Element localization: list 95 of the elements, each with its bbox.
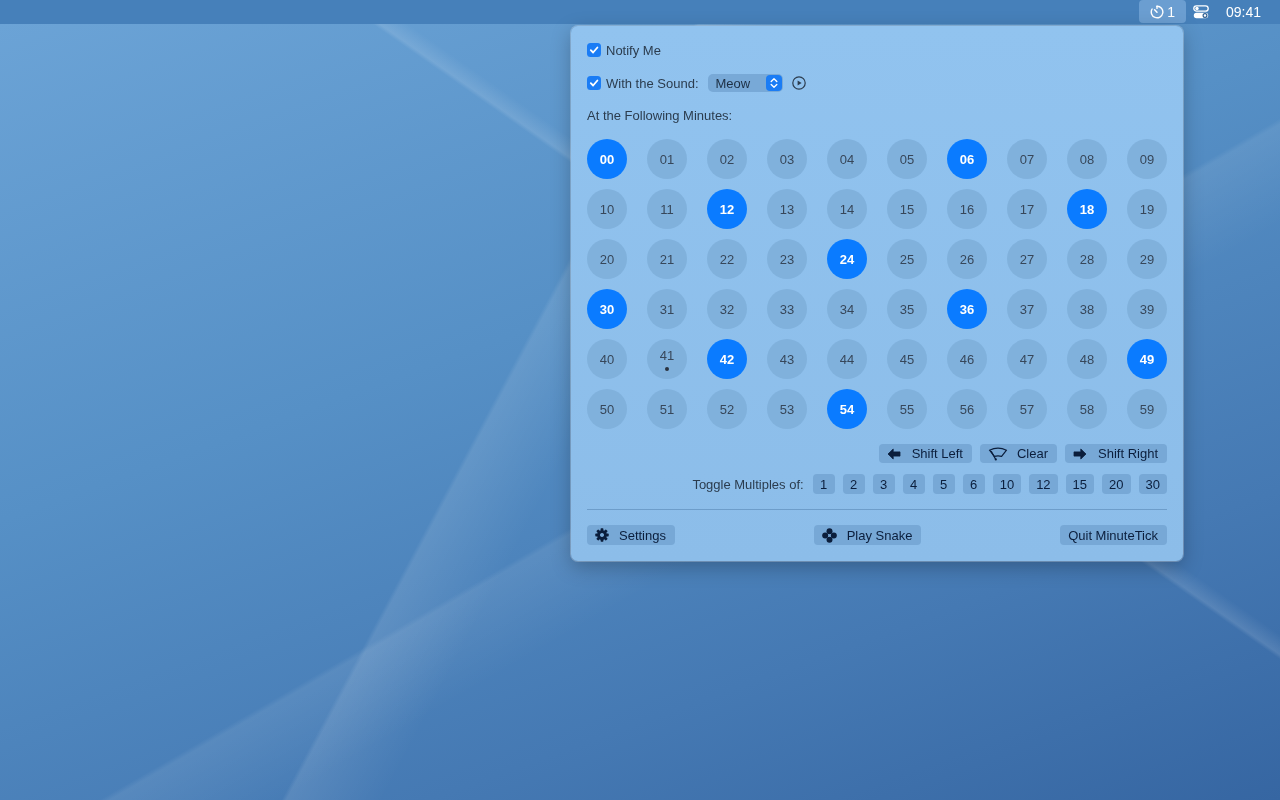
settings-icon bbox=[595, 528, 609, 542]
notify-label: Notify Me bbox=[606, 42, 661, 58]
minute-toggle[interactable]: 59 bbox=[1127, 389, 1167, 429]
minute-toggle[interactable]: 05 bbox=[887, 139, 927, 179]
minute-toggle[interactable]: 53 bbox=[767, 389, 807, 429]
sound-popup[interactable]: Meow bbox=[707, 74, 783, 92]
settings-button[interactable]: Settings bbox=[587, 525, 675, 545]
minute-toggle[interactable]: 31 bbox=[647, 289, 687, 329]
minute-toggle[interactable]: 06 bbox=[947, 139, 987, 179]
minute-toggle[interactable]: 40 bbox=[587, 339, 627, 379]
menu-bar-clock[interactable]: 09:41 bbox=[1225, 4, 1261, 20]
quit-button[interactable]: Quit MinuteTick bbox=[1060, 525, 1167, 545]
minute-toggle[interactable]: 49 bbox=[1127, 339, 1167, 379]
minute-toggle[interactable]: 57 bbox=[1007, 389, 1047, 429]
minute-toggle[interactable]: 03 bbox=[767, 139, 807, 179]
sound-label: With the Sound: bbox=[606, 75, 699, 91]
toggle-switches-icon[interactable] bbox=[1192, 5, 1209, 19]
minutes-label: At the Following Minutes: bbox=[587, 108, 733, 124]
play-snake-button[interactable]: Play Snake bbox=[813, 525, 922, 545]
minute-toggle[interactable]: 20 bbox=[587, 239, 627, 279]
minute-toggle[interactable]: 46 bbox=[947, 339, 987, 379]
minute-toggle[interactable]: 23 bbox=[767, 239, 807, 279]
minute-toggle[interactable]: 29 bbox=[1127, 239, 1167, 279]
gamepad-icon bbox=[821, 527, 837, 543]
minute-toggle[interactable]: 09 bbox=[1127, 139, 1167, 179]
minute-toggle[interactable]: 02 bbox=[707, 139, 747, 179]
minute-toggle[interactable]: 00 bbox=[587, 139, 627, 179]
multiple-button[interactable]: 5 bbox=[932, 474, 955, 494]
minute-toggle[interactable]: 35 bbox=[887, 289, 927, 329]
shift-left-button[interactable]: Shift Left bbox=[878, 444, 972, 463]
minute-toggle[interactable]: 44 bbox=[827, 339, 867, 379]
minute-toggle[interactable]: 08 bbox=[1067, 139, 1107, 179]
minute-toggle[interactable]: 38 bbox=[1067, 289, 1107, 329]
notify-checkbox[interactable] bbox=[587, 43, 601, 57]
up-down-chevrons-icon bbox=[765, 75, 782, 91]
minute-toggle[interactable]: 14 bbox=[827, 189, 867, 229]
clear-button[interactable]: Clear bbox=[979, 444, 1057, 463]
minute-toggle[interactable]: 12 bbox=[707, 189, 747, 229]
minute-toggle[interactable]: 33 bbox=[767, 289, 807, 329]
minute-toggle[interactable]: 36 bbox=[947, 289, 987, 329]
sound-checkbox[interactable] bbox=[587, 76, 601, 90]
minute-toggle[interactable]: 22 bbox=[707, 239, 747, 279]
minute-toggle[interactable]: 39 bbox=[1127, 289, 1167, 329]
minute-toggle[interactable]: 18 bbox=[1067, 189, 1107, 229]
minute-toggle[interactable]: 30 bbox=[587, 289, 627, 329]
arrow-right-icon bbox=[1073, 447, 1087, 460]
minute-toggle[interactable]: 19 bbox=[1127, 189, 1167, 229]
multiple-button[interactable]: 15 bbox=[1065, 474, 1095, 494]
minute-toggle[interactable]: 55 bbox=[887, 389, 927, 429]
minute-toggle[interactable]: 42 bbox=[707, 339, 747, 379]
minute-toggle[interactable]: 21 bbox=[647, 239, 687, 279]
multiple-button[interactable]: 20 bbox=[1102, 474, 1131, 494]
timer-status-item[interactable]: 1 bbox=[1139, 0, 1186, 23]
minute-toggle[interactable]: 37 bbox=[1007, 289, 1047, 329]
minute-toggle[interactable]: 11 bbox=[647, 189, 687, 229]
minute-toggle[interactable]: 43 bbox=[767, 339, 807, 379]
minute-toggle[interactable]: 25 bbox=[887, 239, 927, 279]
multiple-button[interactable]: 12 bbox=[1029, 474, 1058, 494]
minute-toggle[interactable]: 48 bbox=[1067, 339, 1107, 379]
minute-toggle[interactable]: 54 bbox=[827, 389, 867, 429]
play-icon[interactable] bbox=[791, 76, 806, 90]
minute-toggle[interactable]: 16 bbox=[947, 189, 987, 229]
multiple-button[interactable]: 6 bbox=[962, 474, 985, 494]
arrow-left-icon bbox=[886, 447, 901, 460]
minute-toggle[interactable]: 04 bbox=[827, 139, 867, 179]
minute-toggle[interactable]: 26 bbox=[947, 239, 987, 279]
minute-toggle[interactable]: 51 bbox=[647, 389, 687, 429]
multiple-button[interactable]: 1 bbox=[812, 474, 835, 494]
minute-toggle[interactable]: 15 bbox=[887, 189, 927, 229]
minute-toggle[interactable]: 32 bbox=[707, 289, 747, 329]
minute-toggle[interactable]: 58 bbox=[1067, 389, 1107, 429]
multiple-button[interactable]: 3 bbox=[872, 474, 895, 494]
minute-toggle[interactable]: 56 bbox=[947, 389, 987, 429]
minute-toggle[interactable]: 45 bbox=[887, 339, 927, 379]
timer-icon bbox=[1150, 4, 1165, 19]
multiple-button[interactable]: 10 bbox=[992, 474, 1022, 494]
minute-toggle[interactable]: 13 bbox=[767, 189, 807, 229]
minute-toggle[interactable]: 10 bbox=[587, 189, 627, 229]
minute-toggle[interactable]: 34 bbox=[827, 289, 867, 329]
shift-right-button[interactable]: Shift Right bbox=[1065, 444, 1167, 463]
minute-toggle[interactable]: 27 bbox=[1007, 239, 1047, 279]
multiple-button[interactable]: 30 bbox=[1138, 474, 1167, 494]
minute-toggle[interactable]: 17 bbox=[1007, 189, 1047, 229]
multiple-button[interactable]: 2 bbox=[842, 474, 865, 494]
minute-toggle[interactable]: 28 bbox=[1067, 239, 1107, 279]
minute-toggle[interactable]: 01 bbox=[647, 139, 687, 179]
multiples-label: Toggle Multiples of: bbox=[692, 476, 804, 492]
minute-toggle[interactable]: 24 bbox=[827, 239, 867, 279]
multiple-button[interactable]: 4 bbox=[902, 474, 925, 494]
minute-toggle[interactable]: 52 bbox=[707, 389, 747, 429]
minute-toggle[interactable]: 07 bbox=[1007, 139, 1047, 179]
minute-toggle[interactable]: 47 bbox=[1007, 339, 1047, 379]
minute-toggle[interactable]: 50 bbox=[587, 389, 627, 429]
minute-toggle[interactable]: 41 bbox=[647, 339, 687, 379]
wiper-icon bbox=[987, 446, 1008, 461]
